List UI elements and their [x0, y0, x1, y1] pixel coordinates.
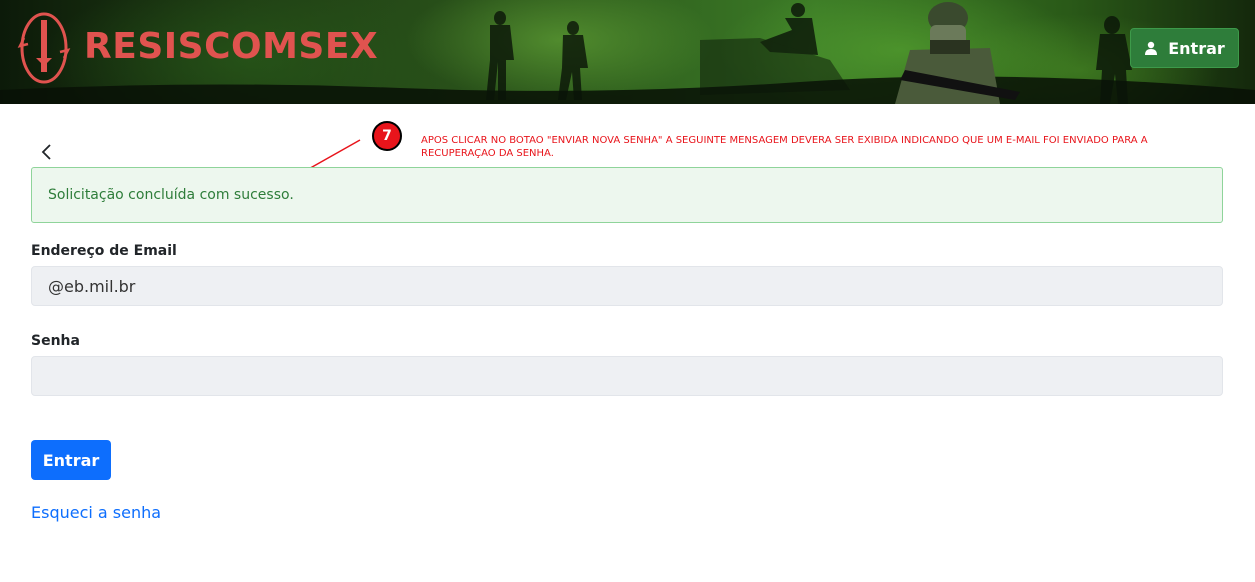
header-banner: RESISCOMSEX Entrar — [0, 0, 1255, 120]
logo-emblem — [17, 12, 71, 84]
brand-title: RESISCOMSEX — [84, 26, 379, 67]
password-field[interactable] — [31, 356, 1223, 396]
annotation-step-badge: 7 — [372, 121, 402, 151]
success-alert-message: Solicitação concluída com sucesso. — [48, 187, 294, 203]
content-top-edge — [0, 104, 1255, 120]
email-label: Endereço de Email — [31, 243, 177, 259]
header-login-button[interactable]: Entrar — [1130, 28, 1239, 68]
user-icon — [1145, 41, 1158, 55]
forgot-password-link[interactable]: Esqueci a senha — [31, 503, 161, 522]
chevron-left-icon[interactable] — [37, 142, 55, 162]
header-login-label: Entrar — [1168, 38, 1225, 58]
password-label: Senha — [31, 333, 80, 349]
email-field[interactable] — [31, 266, 1223, 306]
annotation-note: APOS CLICAR NO BOTAO "ENVIAR NOVA SENHA"… — [421, 135, 1148, 159]
success-alert: Solicitação concluída com sucesso. — [31, 167, 1223, 223]
submit-login-button[interactable]: Entrar — [31, 440, 111, 480]
